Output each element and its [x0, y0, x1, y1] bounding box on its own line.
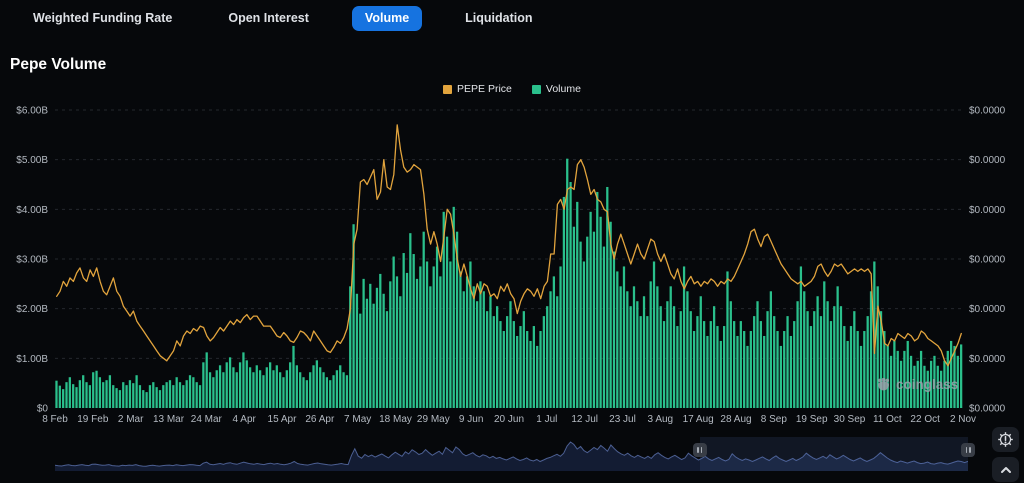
x-axis-label: 9 Jun — [459, 414, 483, 425]
tab-bar: Weighted Funding Rate Open Interest Volume… — [20, 5, 546, 32]
chart-settings-button[interactable] — [992, 427, 1019, 452]
left-axis-label: $0 — [37, 404, 49, 415]
x-axis-label: 2 Mar — [118, 414, 144, 425]
tab-liquidation[interactable]: Liquidation — [452, 6, 545, 31]
x-axis-label: 12 Jul — [571, 414, 598, 425]
legend-item-volume[interactable]: Volume — [531, 83, 581, 95]
x-axis-label: 29 May — [417, 414, 450, 425]
price-line — [56, 124, 962, 367]
tab-weighted-funding-rate[interactable]: Weighted Funding Rate — [20, 6, 185, 31]
x-axis-label: 19 Sep — [796, 414, 828, 425]
x-axis-label: 19 Feb — [77, 414, 109, 425]
right-axis-label: $0.0000 — [969, 354, 1006, 365]
x-axis-label: 3 Aug — [648, 414, 674, 425]
right-axis-label: $0.0000 — [969, 155, 1006, 166]
right-axis-label: $0.0000 — [969, 304, 1006, 315]
left-axis-label: $1.00B — [16, 354, 48, 365]
x-axis-label: 28 Aug — [720, 414, 751, 425]
x-axis-label: 8 Sep — [761, 414, 788, 425]
x-axis-label: 22 Oct — [910, 414, 940, 425]
tab-open-interest[interactable]: Open Interest — [215, 6, 322, 31]
navigator-right-handle[interactable] — [961, 443, 975, 457]
tab-volume[interactable]: Volume — [351, 6, 423, 31]
x-axis-label: 20 Jun — [494, 414, 524, 425]
right-axis-label: $0.0000 — [969, 106, 1006, 117]
main-chart-area[interactable]: $6.00B $5.00B $4.00B $3.00B $2.00B $1.00B $0 $0… — [0, 100, 1024, 432]
left-axis-label: $5.00B — [16, 155, 48, 166]
x-axis-label: 30 Sep — [834, 414, 866, 425]
x-axis-label: 26 Apr — [305, 414, 335, 425]
legend-item-pepe-price[interactable]: PEPE Price — [443, 83, 512, 95]
chart-legend: PEPE Price Volume — [0, 83, 1024, 95]
x-axis-label: 23 Jul — [609, 414, 636, 425]
x-axis-label: 4 Apr — [232, 414, 256, 425]
x-axis-label: 2 Nov — [950, 414, 976, 425]
x-axis-label: 15 Apr — [268, 414, 298, 425]
x-axis-label: 24 Mar — [191, 414, 223, 425]
x-axis-label: 8 Feb — [42, 414, 68, 425]
x-axis-label: 11 Oct — [873, 414, 902, 425]
chevron-up-icon — [1000, 466, 1011, 473]
navigator-area — [55, 442, 968, 471]
x-axis-label: 13 Mar — [153, 414, 185, 425]
legend-label: Volume — [545, 83, 581, 95]
collapse-button[interactable] — [992, 457, 1019, 482]
navigator-svg — [54, 441, 969, 471]
x-axis-label: 18 May — [379, 414, 412, 425]
gear-alert-icon — [998, 432, 1013, 447]
right-axis-label: $0.0000 — [969, 255, 1006, 266]
right-axis-label: $0.0000 — [969, 404, 1006, 415]
left-axis-label: $6.00B — [16, 106, 48, 117]
x-axis-label: 1 Jul — [536, 414, 557, 425]
right-axis-label: $0.0000 — [969, 205, 1006, 216]
legend-swatch — [443, 84, 453, 94]
left-axis-label: $3.00B — [16, 255, 48, 266]
legend-swatch — [531, 84, 541, 94]
navigator-left-handle[interactable] — [692, 443, 707, 457]
page-title: Pepe Volume — [10, 56, 107, 74]
x-axis-label: 7 May — [344, 414, 371, 425]
main-chart-svg: $6.00B $5.00B $4.00B $3.00B $2.00B $1.00B $0 $0… — [16, 106, 1006, 426]
legend-label: PEPE Price — [457, 83, 512, 95]
volume-bars — [55, 158, 963, 408]
left-axis-label: $2.00B — [16, 304, 48, 315]
left-axis-label: $4.00B — [16, 205, 48, 216]
navigator[interactable] — [54, 437, 969, 471]
x-axis-label: 17 Aug — [683, 414, 714, 425]
